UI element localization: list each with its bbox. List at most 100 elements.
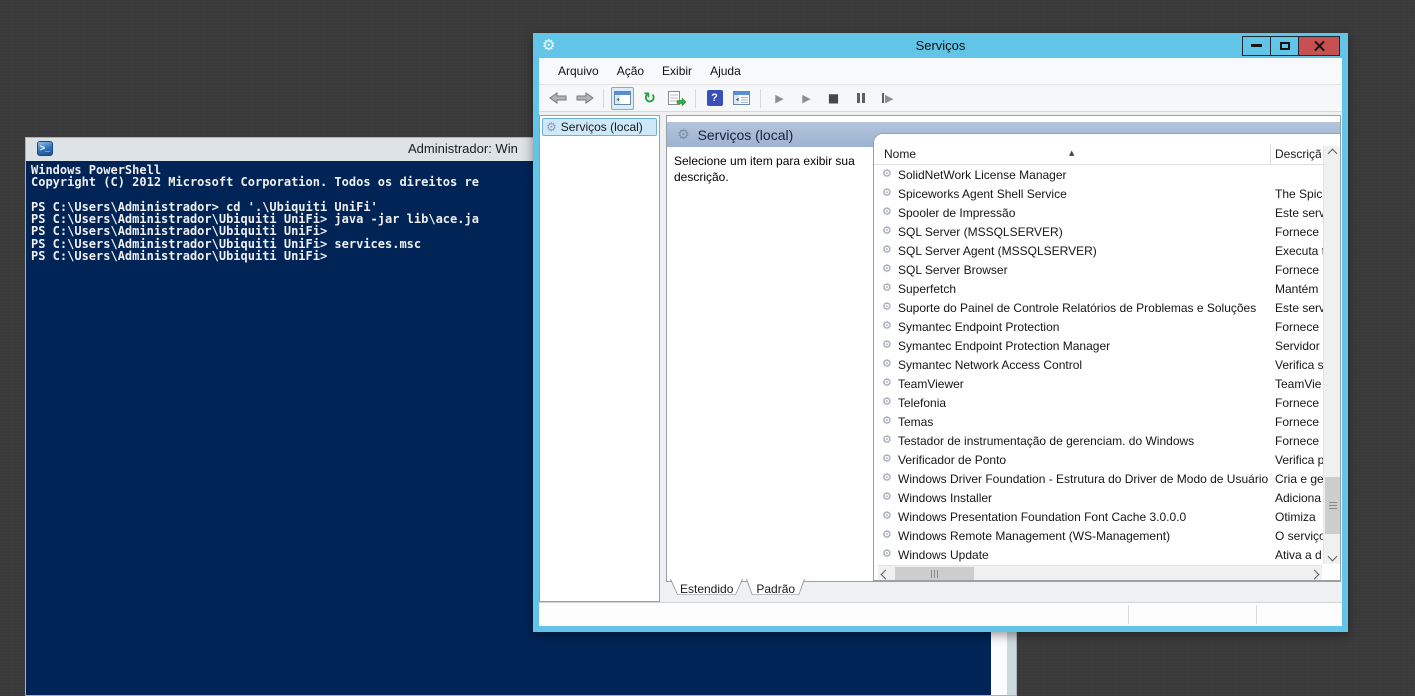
- chevron-left-icon: [880, 569, 891, 579]
- start-service-button[interactable]: ▶: [768, 87, 791, 110]
- back-button[interactable]: [546, 87, 569, 110]
- service-row[interactable]: Suporte do Painel de Controle Relatórios…: [874, 298, 1340, 317]
- service-row[interactable]: Symantec Network Access Control Verifica…: [874, 355, 1340, 374]
- pause-service-button[interactable]: [849, 87, 872, 110]
- service-row[interactable]: Spooler de Impressão Este serv: [874, 203, 1340, 222]
- service-description: Otimiza: [1275, 509, 1316, 524]
- column-header-name[interactable]: Nome: [884, 147, 916, 161]
- service-description: Executa t: [1275, 243, 1325, 258]
- scroll-down-button[interactable]: [1324, 549, 1340, 564]
- service-row[interactable]: Superfetch Mantém: [874, 279, 1340, 298]
- vertical-scrollbar-thumb[interactable]: [1325, 477, 1340, 534]
- start-service-button-alt[interactable]: ▶: [795, 87, 818, 110]
- chevron-down-icon: [1327, 551, 1338, 562]
- restart-service-button[interactable]: ▶: [876, 87, 899, 110]
- service-row[interactable]: Windows Update Ativa a d: [874, 545, 1340, 564]
- minimize-icon: [1251, 44, 1262, 47]
- services-gear-icon[interactable]: [542, 38, 555, 53]
- service-row[interactable]: Testador de instrumentação de gerenciam.…: [874, 431, 1340, 450]
- close-button[interactable]: [1298, 35, 1340, 56]
- service-row[interactable]: SQL Server Browser Fornece: [874, 260, 1340, 279]
- service-name: Verificador de Ponto: [898, 452, 1007, 467]
- view-tabs: Estendido Padrão: [666, 579, 805, 600]
- service-row[interactable]: Symantec Endpoint Protection Fornece: [874, 317, 1340, 336]
- maximize-button[interactable]: [1270, 35, 1299, 56]
- vertical-scrollbar[interactable]: [1323, 146, 1340, 564]
- service-name: SQL Server (MSSQLSERVER): [898, 224, 1063, 239]
- service-row[interactable]: Windows Installer Adiciona: [874, 488, 1340, 507]
- scroll-left-button[interactable]: [878, 566, 893, 580]
- service-row[interactable]: Verificador de Ponto Verifica p: [874, 450, 1340, 469]
- help-icon: ?: [706, 90, 723, 106]
- view-tab[interactable]: Estendido: [670, 579, 743, 599]
- help-button[interactable]: ?: [703, 87, 726, 110]
- service-row[interactable]: Windows Driver Foundation - Estrutura do…: [874, 469, 1340, 488]
- service-row[interactable]: SolidNetWork License Manager: [874, 165, 1340, 184]
- menu-item[interactable]: Ação: [608, 64, 653, 78]
- show-console-tree-button[interactable]: [611, 86, 634, 110]
- stop-service-icon: ■: [827, 91, 840, 105]
- service-description: O serviço: [1275, 528, 1325, 543]
- horizontal-scrollbar[interactable]: [878, 565, 1322, 580]
- column-divider[interactable]: [1270, 144, 1271, 164]
- selection-hint: Selecione um item para exibir sua descri…: [674, 154, 855, 184]
- service-description: Fornece: [1275, 224, 1320, 239]
- scroll-right-button[interactable]: [1307, 566, 1322, 580]
- service-row[interactable]: Windows Remote Management (WS-Management…: [874, 526, 1340, 545]
- service-name: SQL Server Agent (MSSQLSERVER): [898, 243, 1097, 258]
- powershell-icon[interactable]: >_: [37, 141, 53, 156]
- service-row[interactable]: Temas Fornece: [874, 412, 1340, 431]
- service-gear-icon: [882, 168, 892, 179]
- service-name: Symantec Endpoint Protection: [898, 319, 1060, 334]
- menu-item[interactable]: Ajuda: [701, 64, 750, 78]
- export-list-button[interactable]: [665, 87, 688, 110]
- service-name: Testador de instrumentação de gerenciam.…: [898, 433, 1195, 448]
- maximize-icon: [1279, 41, 1290, 50]
- service-row[interactable]: SQL Server (MSSQLSERVER) Fornece: [874, 222, 1340, 241]
- extended-view-pane: Serviços (local) Selecione um item para …: [666, 115, 1341, 582]
- service-gear-icon: [882, 358, 892, 369]
- services-window[interactable]: Serviços ArquivoAçãoExibirAjuda: [533, 33, 1348, 632]
- service-row[interactable]: Symantec Endpoint Protection Manager Ser…: [874, 336, 1340, 355]
- sort-ascending-icon: ▲: [1069, 149, 1075, 157]
- service-description: Fornece: [1275, 395, 1320, 410]
- tree-item-services-local[interactable]: Serviços (local): [542, 118, 657, 136]
- service-name: Symantec Endpoint Protection Manager: [898, 338, 1111, 353]
- service-gear-icon: [882, 263, 892, 274]
- service-gear-icon: [882, 320, 892, 331]
- extended-view-icon: [733, 91, 750, 105]
- export-list-icon: [667, 90, 686, 106]
- scroll-up-button[interactable]: [1324, 146, 1340, 161]
- extended-view-button[interactable]: [730, 87, 753, 110]
- service-description: Verifica p: [1275, 452, 1325, 467]
- service-description: Fornece: [1275, 414, 1320, 429]
- service-row[interactable]: Windows Presentation Foundation Font Cac…: [874, 507, 1340, 526]
- service-gear-icon: [882, 529, 892, 540]
- service-row[interactable]: Telefonia Fornece: [874, 393, 1340, 412]
- menu-item[interactable]: Exibir: [653, 64, 701, 78]
- show-console-tree-icon: [614, 91, 631, 105]
- minimize-button[interactable]: [1242, 35, 1271, 56]
- service-row[interactable]: TeamViewer TeamVie: [874, 374, 1340, 393]
- services-titlebar[interactable]: Serviços: [539, 33, 1342, 58]
- service-row[interactable]: SQL Server Agent (MSSQLSERVER) Executa t: [874, 241, 1340, 260]
- service-gear-icon: [882, 548, 892, 559]
- stop-service-button[interactable]: ■: [822, 87, 845, 110]
- toolbar: ↻ ? ▶ ▶ ■ ▶: [539, 85, 1342, 112]
- service-gear-icon: [882, 377, 892, 388]
- service-gear-icon: [882, 301, 892, 312]
- service-description: Verifica s: [1275, 357, 1324, 372]
- view-tab[interactable]: Padrão: [746, 579, 805, 599]
- refresh-button[interactable]: ↻: [638, 87, 661, 110]
- service-gear-icon: [882, 396, 892, 407]
- horizontal-scrollbar-thumb[interactable]: [895, 567, 974, 580]
- menu-item[interactable]: Arquivo: [549, 64, 608, 78]
- chevron-up-icon: [1327, 148, 1338, 159]
- service-description: Fornece: [1275, 319, 1320, 334]
- column-header-description[interactable]: Descrição: [1275, 147, 1321, 161]
- back-icon: [548, 92, 566, 104]
- service-row[interactable]: Spiceworks Agent Shell Service The Spic: [874, 184, 1340, 203]
- service-name: Spooler de Impressão: [898, 205, 1016, 220]
- forward-button[interactable]: [573, 87, 596, 110]
- pause-service-icon: [856, 93, 865, 103]
